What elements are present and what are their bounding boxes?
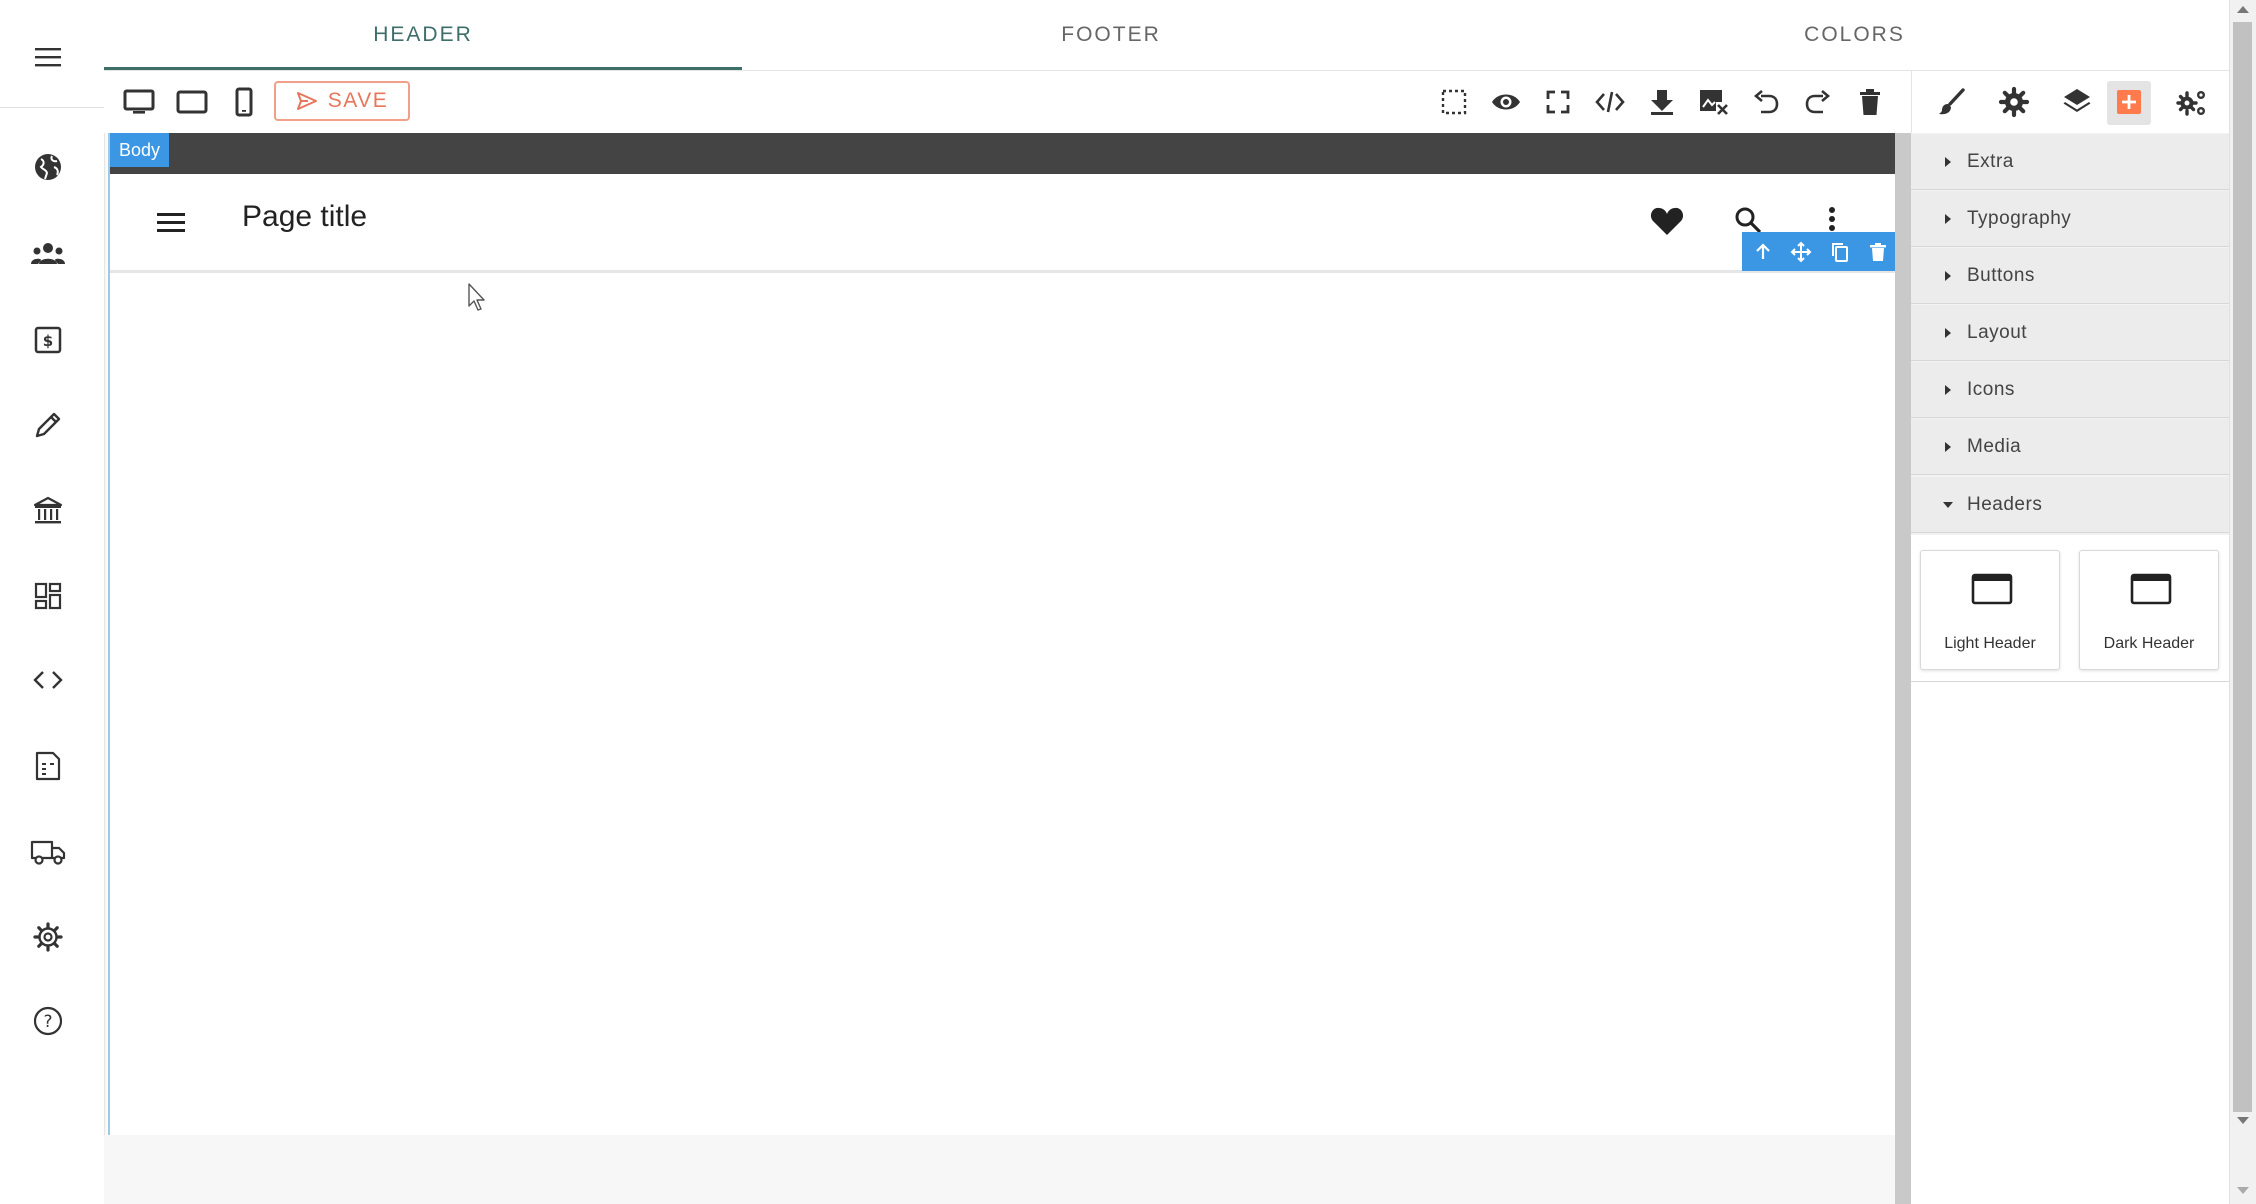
canvas-topbar — [110, 133, 1895, 174]
svg-text:$: $ — [43, 332, 53, 350]
mobile-icon[interactable] — [223, 81, 265, 123]
image-remove-icon[interactable] — [1693, 81, 1735, 123]
editor-tabs: HEADER FOOTER COLORS — [104, 0, 2229, 70]
send-icon — [296, 91, 318, 111]
tab-colors[interactable]: COLORS — [1480, 0, 2229, 70]
desktop-icon[interactable] — [118, 81, 160, 123]
category-label: Icons — [1967, 378, 2015, 400]
globe-icon[interactable] — [22, 141, 74, 193]
category-label: Typography — [1967, 207, 2072, 229]
page-header-component[interactable] — [110, 174, 1895, 273]
headers-block-list: Light Header Dark Header — [1911, 535, 2229, 682]
caret-down-icon — [1941, 501, 1955, 509]
editor-toolbar: SAVE — [104, 71, 1910, 133]
tablet-icon[interactable] — [171, 81, 213, 123]
eye-icon[interactable] — [1485, 81, 1527, 123]
caret-right-icon — [1941, 270, 1955, 282]
arrow-up-icon[interactable] — [1749, 238, 1777, 266]
window-scrollbar-thumb[interactable] — [2233, 22, 2252, 1112]
category-label: Headers — [1967, 493, 2043, 515]
dashboard-icon[interactable] — [22, 570, 74, 622]
canvas-scrollbar[interactable] — [1895, 133, 1911, 1204]
select-outline-icon[interactable] — [1433, 81, 1475, 123]
delete-icon[interactable] — [1864, 238, 1892, 266]
caret-right-icon — [1941, 327, 1955, 339]
gear-icon[interactable] — [1992, 81, 2036, 123]
hamburger-icon[interactable] — [156, 211, 186, 233]
category-label: Buttons — [1967, 264, 2035, 286]
body-badge[interactable]: Body — [110, 133, 170, 167]
block-label: Dark Header — [2103, 635, 2195, 652]
window-icon — [2130, 572, 2172, 606]
download-icon[interactable] — [1641, 81, 1683, 123]
left-navigation-rail: $ ? — [0, 0, 105, 1204]
scroll-down-arrow-icon[interactable] — [2236, 1116, 2250, 1126]
block-label: Light Header — [1944, 635, 2036, 652]
panel-empty-area — [1911, 682, 2229, 1204]
truck-icon[interactable] — [22, 826, 74, 878]
category-label: Layout — [1967, 321, 2028, 343]
help-icon[interactable]: ? — [22, 995, 74, 1047]
redo-icon[interactable] — [1797, 81, 1839, 123]
editor-canvas[interactable] — [108, 133, 1897, 1135]
document-icon[interactable] — [22, 740, 74, 792]
caret-right-icon — [1941, 156, 1955, 168]
code-icon[interactable] — [1589, 81, 1631, 123]
panel-toolbar — [1911, 71, 2230, 133]
scroll-down-arrow-icon[interactable] — [2236, 1186, 2250, 1196]
users-icon[interactable] — [22, 228, 74, 280]
search-icon[interactable] — [1734, 206, 1762, 234]
undo-icon[interactable] — [1745, 81, 1787, 123]
heart-icon[interactable] — [1650, 206, 1684, 236]
category-headers[interactable]: Headers — [1911, 477, 2229, 533]
category-layout[interactable]: Layout — [1911, 305, 2229, 361]
category-icons[interactable]: Icons — [1911, 362, 2229, 418]
mouse-cursor — [467, 282, 487, 312]
copy-icon[interactable] — [1826, 238, 1854, 266]
block-dark-header[interactable]: Dark Header — [2079, 550, 2219, 670]
window-icon — [1971, 572, 2013, 606]
fullscreen-icon[interactable] — [1537, 81, 1579, 123]
svg-text:?: ? — [43, 1012, 52, 1032]
code-brackets-icon[interactable] — [22, 654, 74, 706]
category-typography[interactable]: Typography — [1911, 191, 2229, 247]
page-title: Page title — [242, 200, 368, 233]
pencil-icon[interactable] — [22, 399, 74, 451]
block-light-header[interactable]: Light Header — [1920, 550, 2060, 670]
category-label: Extra — [1967, 150, 2014, 172]
caret-right-icon — [1941, 213, 1955, 225]
settings-cogs-icon[interactable] — [2170, 81, 2214, 123]
save-label: SAVE — [327, 89, 389, 112]
category-extra[interactable]: Extra — [1911, 134, 2229, 190]
caret-right-icon — [1941, 441, 1955, 453]
tab-footer[interactable]: FOOTER — [742, 0, 1480, 70]
category-buttons[interactable]: Buttons — [1911, 248, 2229, 304]
trash-icon[interactable] — [1849, 81, 1891, 123]
menu-icon[interactable] — [22, 31, 74, 83]
brush-icon[interactable] — [1929, 81, 1973, 123]
component-toolbar — [1742, 232, 1895, 271]
save-button[interactable]: SAVE — [274, 81, 410, 121]
tab-header[interactable]: HEADER — [104, 0, 742, 70]
category-label: Media — [1967, 435, 2022, 457]
add-block-icon[interactable] — [2107, 81, 2151, 123]
gear-icon[interactable] — [22, 911, 74, 963]
caret-right-icon — [1941, 384, 1955, 396]
canvas-bottom-area — [104, 1135, 1895, 1204]
layers-icon[interactable] — [2055, 81, 2099, 123]
rail-divider — [0, 107, 104, 108]
category-media[interactable]: Media — [1911, 419, 2229, 475]
bank-icon[interactable] — [22, 485, 74, 537]
billing-icon[interactable]: $ — [22, 314, 74, 366]
scroll-up-arrow-icon[interactable] — [2236, 4, 2250, 14]
more-vertical-icon[interactable] — [1827, 206, 1837, 234]
move-icon[interactable] — [1787, 238, 1815, 266]
